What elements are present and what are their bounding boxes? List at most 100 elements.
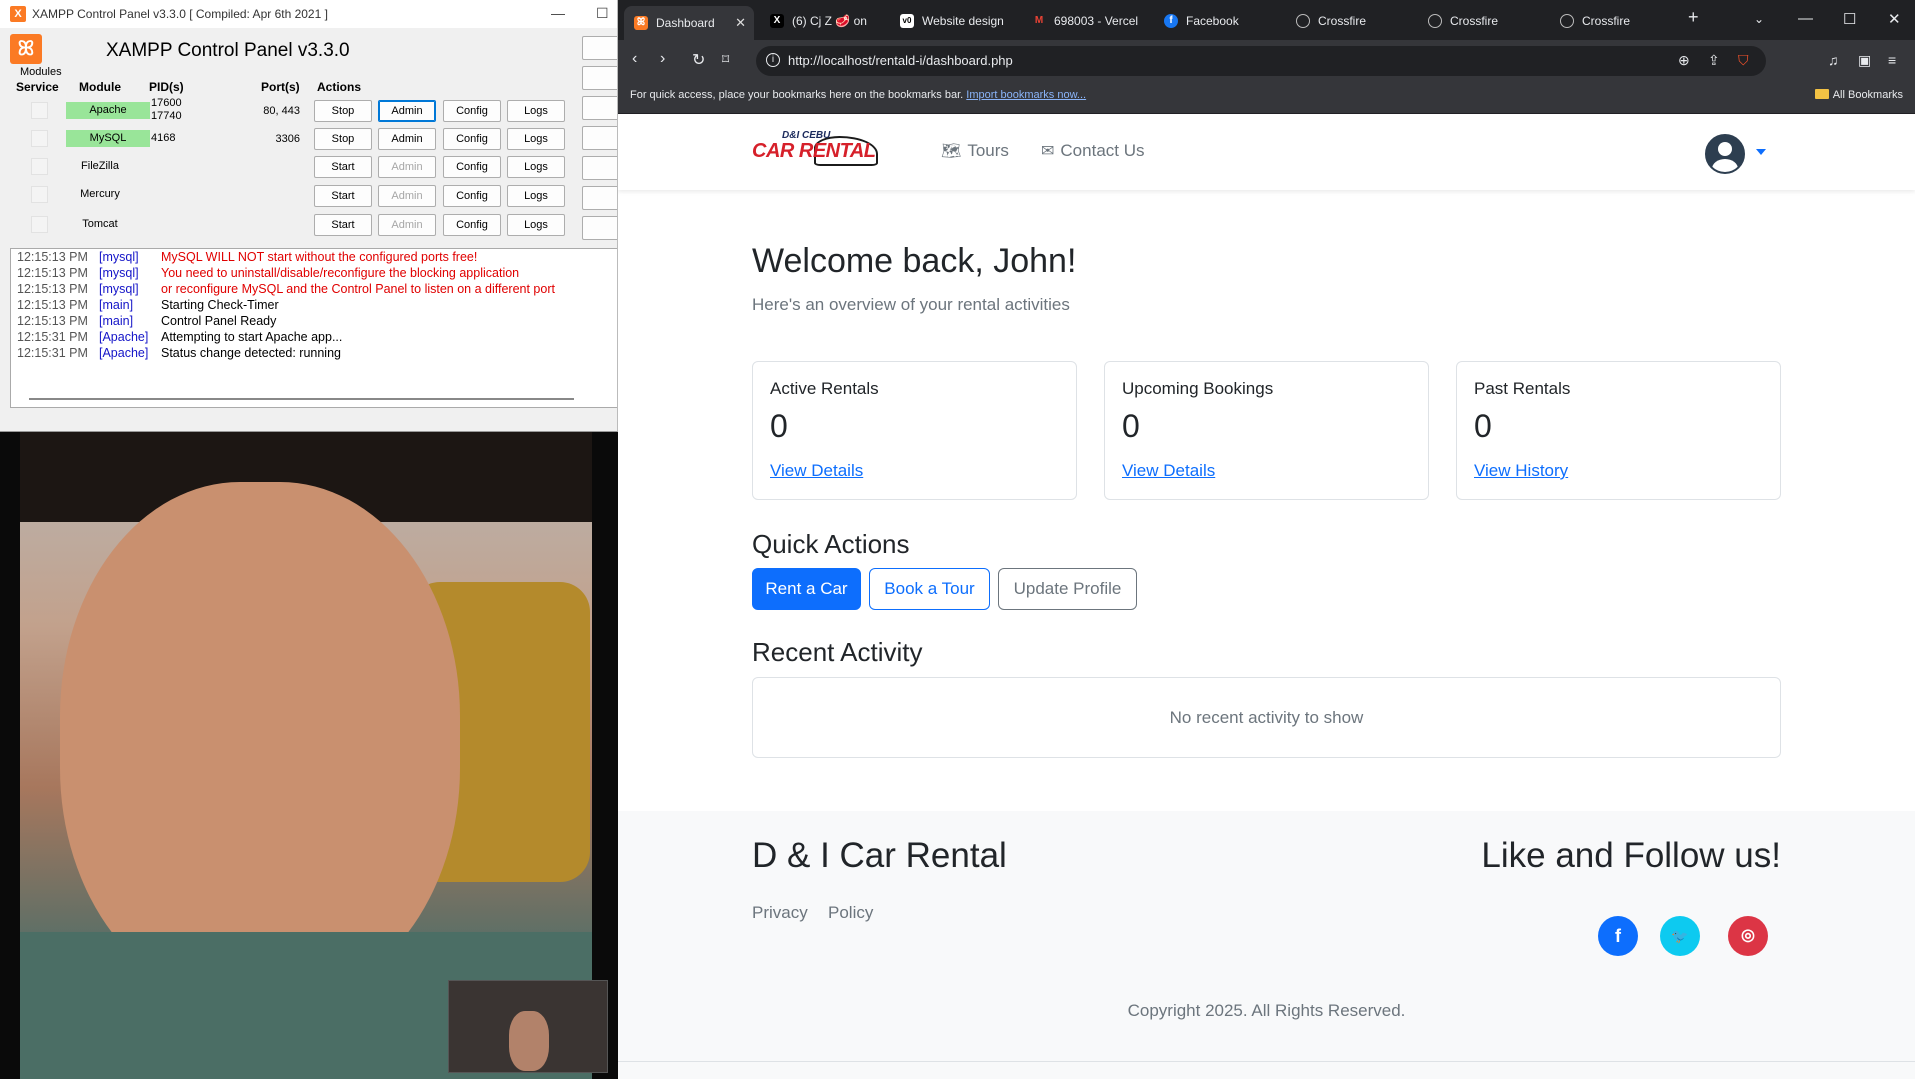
- start-button[interactable]: Start: [314, 156, 372, 178]
- admin-button[interactable]: Admin: [378, 128, 436, 150]
- forward-icon[interactable]: ›: [660, 50, 665, 68]
- logs-button[interactable]: Logs: [507, 156, 565, 178]
- site-info-icon[interactable]: i: [766, 53, 780, 67]
- facebook-icon[interactable]: f: [1598, 916, 1638, 956]
- col-actions: Actions: [317, 80, 362, 94]
- service-checkbox[interactable]: [31, 158, 48, 175]
- tab-gmail[interactable]: M 698003 - Vercel: [1022, 6, 1152, 36]
- back-icon[interactable]: ‹: [632, 50, 637, 68]
- explorer-side-button[interactable]: [582, 126, 617, 150]
- book-a-tour-button[interactable]: Book a Tour: [869, 568, 990, 610]
- col-module: Module: [79, 80, 121, 94]
- logs-button[interactable]: Logs: [507, 100, 565, 122]
- self-view-thumbnail[interactable]: [448, 980, 608, 1073]
- module-apache: Apache: [66, 102, 150, 119]
- privacy-link[interactable]: Privacy: [752, 903, 808, 923]
- site-logo[interactable]: D&I CEBU CAR RENTAL: [752, 130, 880, 176]
- footer-brand: D & I Car Rental: [752, 836, 1007, 875]
- shell-side-button[interactable]: [582, 96, 617, 120]
- caret-down-icon[interactable]: [1756, 149, 1766, 155]
- xampp-icon: ꕤ: [634, 16, 648, 30]
- start-button[interactable]: Start: [314, 214, 372, 236]
- share-icon[interactable]: ⇪: [1708, 52, 1720, 69]
- tab-search-icon[interactable]: ⌄: [1754, 12, 1764, 26]
- port: 3306: [275, 133, 300, 145]
- services-side-button[interactable]: [582, 156, 617, 180]
- view-details-link[interactable]: View Details: [770, 461, 863, 481]
- user-avatar[interactable]: [1705, 134, 1745, 174]
- service-checkbox[interactable]: [31, 216, 48, 233]
- config-button[interactable]: Config: [443, 214, 501, 236]
- config-button[interactable]: Config: [443, 156, 501, 178]
- card-value: 0: [1474, 408, 1492, 444]
- module-tomcat: Tomcat: [82, 218, 118, 230]
- netstat-side-button[interactable]: [582, 66, 617, 90]
- xampp-title: XAMPP Control Panel v3.3.0: [106, 40, 350, 61]
- tab-v0[interactable]: v0 Website design: [890, 6, 1020, 36]
- config-side-button[interactable]: [582, 36, 617, 60]
- maximize-icon[interactable]: ☐: [1843, 10, 1856, 28]
- start-button[interactable]: Start: [314, 185, 372, 207]
- minimize-icon[interactable]: —: [551, 5, 565, 21]
- folder-icon: [1814, 89, 1829, 99]
- tab-crossfire[interactable]: Crossfire: [1550, 6, 1680, 36]
- url-input[interactable]: i http://localhost/rentald-i/dashboard.p…: [756, 46, 1766, 76]
- maximize-icon[interactable]: ☐: [596, 5, 609, 22]
- rent-a-car-button[interactable]: Rent a Car: [752, 568, 861, 610]
- sidebar-icon[interactable]: ▣: [1858, 52, 1871, 69]
- stop-button[interactable]: Stop: [314, 100, 372, 122]
- tab-x[interactable]: X (6) Cj Z 🥩 on: [760, 6, 888, 36]
- log-panel: 12:15:13 PM [mysql] MySQL WILL NOT start w…: [10, 248, 617, 408]
- globe-icon: [1296, 14, 1310, 28]
- new-tab-icon[interactable]: +: [1688, 7, 1699, 28]
- log-scrollbar[interactable]: [29, 398, 574, 400]
- help-side-button[interactable]: [582, 186, 617, 210]
- service-checkbox[interactable]: [31, 186, 48, 203]
- pid: 17740: [151, 110, 182, 122]
- logs-button[interactable]: Logs: [507, 185, 565, 207]
- quit-side-button[interactable]: [582, 216, 617, 240]
- empty-state-text: No recent activity to show: [1169, 708, 1364, 727]
- instagram-icon[interactable]: ◎: [1728, 916, 1768, 956]
- reload-icon[interactable]: ↻: [692, 50, 705, 70]
- tab-crossfire[interactable]: Crossfire: [1418, 6, 1548, 36]
- nav-tours[interactable]: 🗺 Tours: [941, 141, 1009, 161]
- logs-button[interactable]: Logs: [507, 128, 565, 150]
- admin-button[interactable]: Admin: [378, 100, 436, 122]
- nav-contact[interactable]: ✉ Contact Us: [1041, 141, 1145, 161]
- all-bookmarks-button[interactable]: All Bookmarks: [1814, 89, 1903, 101]
- admin-button: Admin: [378, 185, 436, 207]
- view-history-link[interactable]: View History: [1474, 461, 1568, 481]
- card-title: Active Rentals: [770, 379, 879, 398]
- import-bookmarks-link[interactable]: Import bookmarks now...: [966, 89, 1086, 101]
- minimize-icon[interactable]: —: [1798, 10, 1813, 27]
- tab-facebook[interactable]: f Facebook: [1154, 6, 1284, 36]
- service-checkbox[interactable]: [31, 102, 48, 119]
- service-checkbox[interactable]: [31, 130, 48, 147]
- config-button[interactable]: Config: [443, 185, 501, 207]
- card-value: 0: [1122, 408, 1140, 444]
- update-profile-button[interactable]: Update Profile: [998, 568, 1137, 610]
- menu-icon[interactable]: ≡: [1888, 52, 1896, 68]
- log-line: 12:15:13 PM [main] Control Panel Ready: [17, 314, 277, 328]
- log-line: 12:15:13 PM [mysql] You need to uninstall/…: [17, 266, 520, 280]
- policy-link[interactable]: Policy: [828, 903, 873, 923]
- zoom-icon[interactable]: ⊕: [1678, 52, 1690, 69]
- view-details-link[interactable]: View Details: [1122, 461, 1215, 481]
- close-window-icon[interactable]: ✕: [1888, 10, 1901, 28]
- card-active-rentals: Active Rentals 0 View Details: [752, 361, 1077, 500]
- config-button[interactable]: Config: [443, 100, 501, 122]
- close-icon[interactable]: ✕: [735, 15, 746, 31]
- logs-button[interactable]: Logs: [507, 214, 565, 236]
- tab-dashboard[interactable]: ꕤ Dashboard ✕: [624, 6, 754, 40]
- web-page: D&I CEBU CAR RENTAL 🗺 Tours ✉ Contact Us W…: [618, 115, 1915, 1079]
- admin-button: Admin: [378, 214, 436, 236]
- log-line: 12:15:13 PM [main] Starting Check-Timer: [17, 298, 279, 312]
- media-icon[interactable]: ♫: [1828, 52, 1839, 68]
- tab-crossfire[interactable]: Crossfire: [1286, 6, 1416, 36]
- config-button[interactable]: Config: [443, 128, 501, 150]
- brave-shield-icon[interactable]: ⛉: [1738, 52, 1749, 69]
- twitter-icon[interactable]: 🐦: [1660, 916, 1700, 956]
- bookmark-icon[interactable]: ⌑: [722, 51, 729, 68]
- stop-button[interactable]: Stop: [314, 128, 372, 150]
